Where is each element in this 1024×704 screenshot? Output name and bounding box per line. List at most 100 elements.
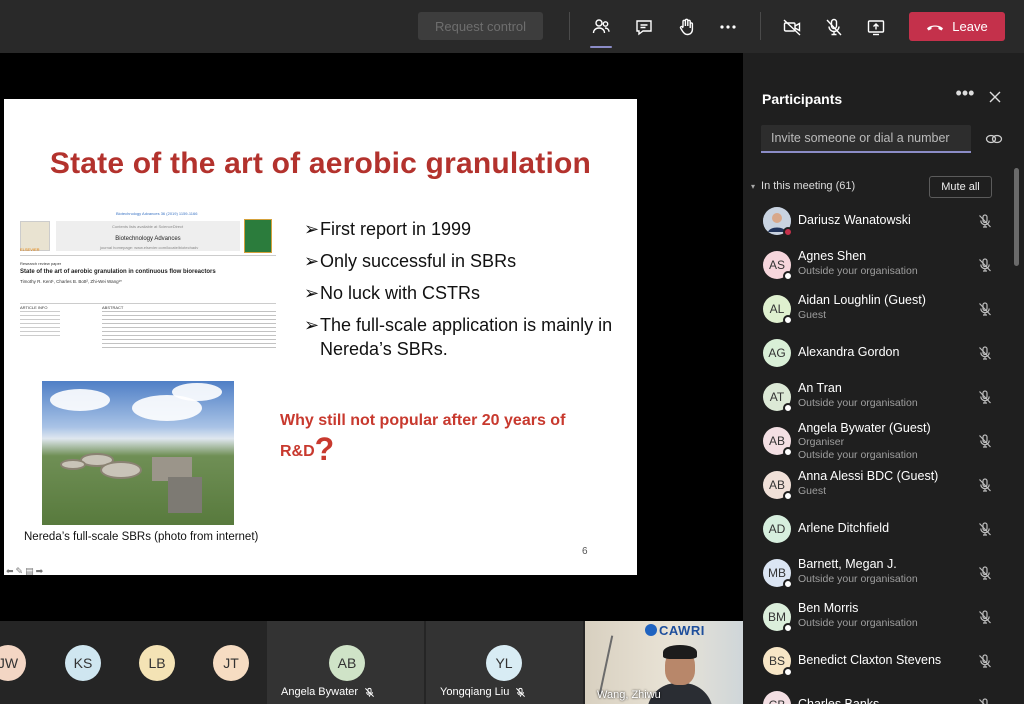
leave-button[interactable]: Leave: [909, 12, 1005, 41]
gallery-avatar[interactable]: JT: [213, 645, 249, 681]
panel-more-icon[interactable]: •••: [955, 84, 975, 107]
paper-journal-name: Biotechnology Advances: [115, 236, 181, 242]
invite-input[interactable]: [761, 125, 971, 153]
paper-contents-line: Contents lists available at ScienceDirec…: [112, 224, 184, 229]
slide-page-number: 6: [582, 546, 588, 557]
participant-name: An Tran: [798, 381, 842, 395]
presence-status-icon: [783, 315, 793, 325]
mic-off-icon[interactable]: [977, 345, 993, 361]
participant-row[interactable]: AD Arlene Ditchfield: [743, 507, 1013, 551]
request-control-button[interactable]: Request control: [418, 12, 543, 40]
leave-label: Leave: [952, 19, 988, 34]
paper-abstract-heading: ABSTRACT: [102, 305, 124, 310]
gallery-avatar[interactable]: KS: [65, 645, 101, 681]
presence-status-icon: [783, 491, 793, 501]
participant-row[interactable]: AB Angela Bywater (Guest) Organiser Outside…: [743, 419, 1013, 463]
phone-hangup-icon: [927, 25, 944, 30]
paper-authors: Timothy R. Kent¹, Charles B. Bott², Zhi-…: [20, 279, 122, 284]
participant-name: Anna Alessi BDC (Guest): [798, 469, 939, 483]
video-tile-zhiwu[interactable]: CAWRI Wang, Zhiwu: [585, 621, 743, 704]
avatar-initials: CB: [769, 698, 786, 704]
participant-subtitle: Guest: [798, 485, 827, 497]
presence-status-icon: [783, 271, 793, 281]
tile-name: Yongqiang Liu: [440, 686, 526, 698]
participants-icon[interactable]: [587, 13, 615, 48]
participant-name: Charles Banks: [798, 697, 880, 704]
slide-bullet: ➢ Only successful in SBRs: [304, 251, 517, 271]
participant-row[interactable]: AS Agnes Shen Outside your organisation: [743, 243, 1013, 287]
participant-name: Dariusz Wanatowski: [798, 213, 911, 227]
mic-off-icon[interactable]: [977, 213, 993, 229]
mic-off-icon[interactable]: [977, 389, 993, 405]
slide-question: Why still not popular after 20 years of …: [280, 407, 620, 466]
mic-off-icon[interactable]: [977, 257, 993, 273]
share-link-icon[interactable]: [983, 129, 1005, 149]
mic-off-icon[interactable]: [820, 13, 848, 41]
more-options-icon[interactable]: [714, 13, 742, 41]
gallery-tile-angela[interactable]: AB Angela Bywater: [267, 621, 424, 704]
raise-hand-icon[interactable]: [672, 13, 700, 41]
slide-navigation-controls[interactable]: ⬅✎▤➡: [6, 566, 45, 577]
slide-bullet: ➢ No luck with CSTRs: [304, 283, 481, 303]
avatar-initials: AB: [768, 434, 785, 448]
presence-status-icon: [783, 227, 793, 237]
participant-name: Ben Morris: [798, 601, 859, 615]
gallery-avatar[interactable]: LB: [139, 645, 175, 681]
in-meeting-header[interactable]: ▾ In this meeting (61): [751, 180, 855, 192]
chat-icon[interactable]: [630, 13, 658, 41]
mic-off-icon[interactable]: [977, 653, 993, 669]
mic-off-icon[interactable]: [977, 477, 993, 493]
participant-row[interactable]: BS Benedict Claxton Stevens: [743, 639, 1013, 683]
presence-status-icon: [783, 447, 793, 457]
paper-abstract-text: [102, 311, 276, 351]
mute-all-button[interactable]: Mute all: [929, 176, 992, 198]
person-hair: [663, 645, 697, 659]
participant-avatar: MB: [763, 559, 793, 589]
mic-off-icon[interactable]: [977, 565, 993, 581]
participant-name: Alexandra Gordon: [798, 345, 900, 359]
nereda-plant-photo: [42, 381, 234, 525]
gallery-tile-yongqiang[interactable]: YL Yongqiang Liu: [426, 621, 583, 704]
shared-content-stage: State of the art of aerobic granulation …: [0, 53, 743, 621]
participant-subtitle: Outside your organisation: [798, 617, 918, 629]
mic-off-icon[interactable]: [977, 301, 993, 317]
paper-journal-citation: Biotechnology Advances 36 (2019) 1159-11…: [116, 211, 198, 216]
avatar-initials: AT: [769, 390, 785, 404]
participant-row[interactable]: AB Anna Alessi BDC (Guest) Guest: [743, 463, 1013, 507]
camera-off-icon[interactable]: [778, 13, 806, 41]
participant-row[interactable]: Dariusz Wanatowski: [743, 199, 1013, 243]
gallery-avatar[interactable]: JW: [0, 645, 26, 681]
presentation-slide: State of the art of aerobic granulation …: [4, 99, 637, 577]
avatar-initials: AS: [768, 258, 785, 272]
panel-title: Participants: [762, 91, 843, 107]
avatar-initials: AD: [768, 522, 786, 536]
avatar-initials: AL: [769, 302, 785, 316]
toolbar-divider: [760, 12, 761, 40]
mic-off-icon[interactable]: [977, 521, 993, 537]
participant-row[interactable]: AL Aidan Loughlin (Guest) Guest: [743, 287, 1013, 331]
participant-subtitle: Outside your organisation: [798, 573, 918, 585]
participant-row[interactable]: MB Barnett, Megan J. Outside your organisa…: [743, 551, 1013, 595]
share-screen-icon[interactable]: [862, 13, 890, 41]
paper-article-info: ARTICLE INFO: [20, 305, 48, 310]
participant-name: Barnett, Megan J.: [798, 557, 897, 571]
close-icon[interactable]: [985, 87, 1005, 107]
question-mark: ?: [314, 431, 335, 467]
avatar-initials: BM: [768, 610, 786, 624]
participant-row[interactable]: BM Ben Morris Outside your organisation: [743, 595, 1013, 639]
mic-off-icon[interactable]: [977, 609, 993, 625]
participant-row[interactable]: AG Alexandra Gordon: [743, 331, 1013, 375]
participant-row[interactable]: CB Charles Banks: [743, 683, 1013, 704]
mic-off-icon: [365, 687, 374, 697]
participant-name: Angela Bywater (Guest): [798, 421, 931, 435]
slide-bullet: ➢ The full-scale application is mainly in…: [304, 315, 613, 359]
mic-off-icon[interactable]: [977, 433, 993, 449]
in-meeting-label: In this meeting (61): [761, 180, 856, 192]
participant-subtitle: Outside your organisation: [798, 265, 918, 277]
mic-off-icon[interactable]: [977, 697, 993, 704]
presence-status-icon: [783, 579, 793, 589]
chevron-down-icon: ▾: [751, 181, 756, 191]
panel-scrollbar[interactable]: [1014, 168, 1019, 266]
participant-row[interactable]: AT An Tran Outside your organisation: [743, 375, 1013, 419]
paper-homepage: journal homepage: www.elsevier.com/locat…: [100, 245, 199, 250]
